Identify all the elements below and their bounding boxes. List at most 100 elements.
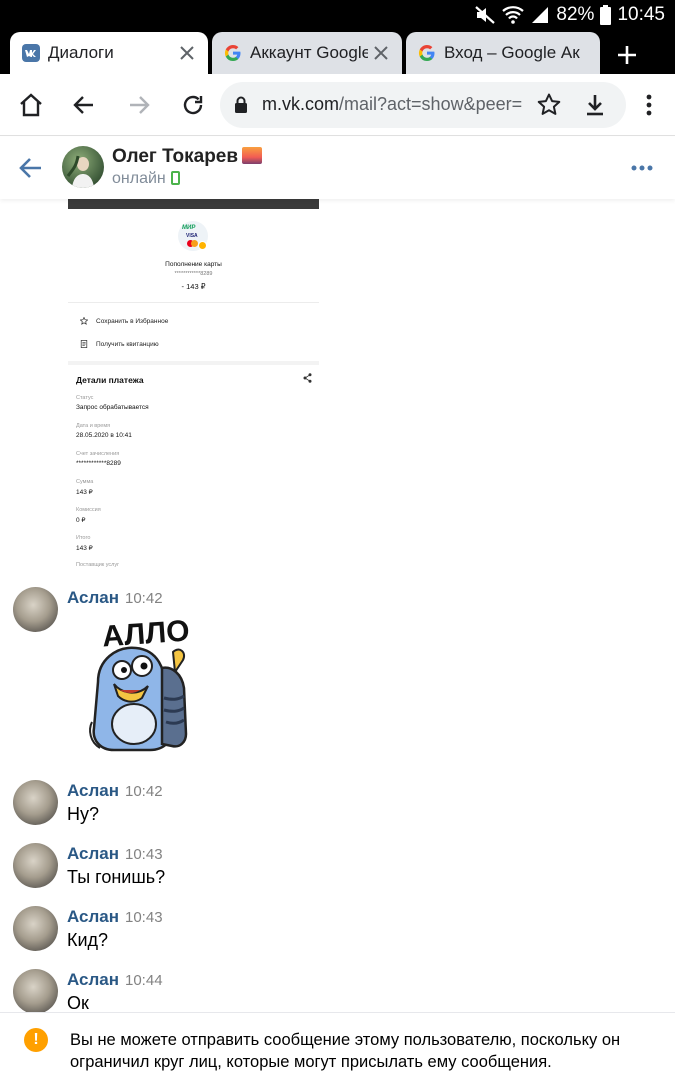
message-time: 10:43 <box>125 909 163 926</box>
avatar[interactable] <box>13 969 58 1012</box>
url-path: /mail?act=show&peer= <box>339 94 523 114</box>
peer-avatar[interactable] <box>62 146 104 188</box>
signal-icon <box>530 5 550 25</box>
save-to-favorites-row: Сохранить в Избранное <box>80 317 168 325</box>
message-item: Аслан 10:43 Кид? <box>0 906 675 966</box>
chat-more-button[interactable] <box>627 153 657 183</box>
close-tab-icon[interactable] <box>174 40 200 66</box>
payment-screenshot-attachment[interactable]: МИР VISA Пополнение карты ************82… <box>68 199 319 570</box>
message-author[interactable]: Аслан <box>67 844 119 864</box>
message-item: Аслан 10:44 Ок <box>0 969 675 1012</box>
message-author[interactable]: Аслан <box>67 970 119 990</box>
reload-icon <box>183 95 203 115</box>
chat-back-button[interactable] <box>14 151 48 185</box>
fee-label: Комиссия <box>76 507 101 513</box>
home-button[interactable] <box>12 86 50 124</box>
message-item: Аслан 10:42 Ну? <box>0 780 675 840</box>
more-horizontal-icon <box>631 165 653 171</box>
clock: 10:45 <box>617 4 665 25</box>
peer-name-text: Олег Токарев <box>112 146 239 167</box>
more-vertical-icon <box>646 94 652 116</box>
date-label: Дата и время <box>76 423 111 429</box>
download-icon[interactable] <box>582 92 608 123</box>
sum-value: 143 ₽ <box>76 489 93 496</box>
message-author[interactable]: Аслан <box>67 907 119 927</box>
battery-percent: 82% <box>556 4 595 25</box>
warning-icon: ! <box>24 1028 48 1052</box>
avatar[interactable] <box>13 843 58 888</box>
url-host: m.vk.com <box>262 94 340 114</box>
payment-details-title: Детали платежа <box>76 375 144 385</box>
browser-toolbar: m.vk.com/mail?act=show&peer= <box>0 74 675 136</box>
tab-title: Аккаунт Google <box>250 43 368 62</box>
sunset-emoji-icon <box>242 147 263 164</box>
total-label: Итого <box>76 535 91 541</box>
message-time: 10:44 <box>125 972 163 989</box>
fee-value: 0 ₽ <box>76 517 86 524</box>
arrow-left-icon <box>73 96 93 114</box>
tab-title: Диалоги <box>48 43 114 62</box>
message-text: Кид? <box>67 930 109 950</box>
message-time: 10:43 <box>125 846 163 863</box>
status-label: Статус <box>76 395 94 401</box>
tab-google-login[interactable]: Вход – Google Ак <box>406 32 600 74</box>
arrow-left-icon <box>19 158 41 178</box>
message-item: Аслан 10:43 Ты гонишь? <box>0 843 675 903</box>
screenshot-topbar <box>68 199 319 209</box>
avatar[interactable] <box>13 587 58 632</box>
google-icon <box>224 44 242 62</box>
new-tab-button[interactable] <box>610 38 644 72</box>
home-icon <box>20 93 42 117</box>
card-logo: МИР VISA <box>178 221 208 251</box>
battery-icon <box>600 5 612 25</box>
message-author[interactable]: Аслан <box>67 781 119 801</box>
share-icon <box>303 373 312 386</box>
vk-icon <box>22 44 40 62</box>
avatar[interactable] <box>13 780 58 825</box>
banner-text: Вы не можете отправить сообщение этому п… <box>70 1031 621 1071</box>
operation-title: Пополнение карты <box>165 261 222 268</box>
mir-logo: МИР <box>182 225 196 231</box>
forward-button[interactable] <box>120 86 158 124</box>
bookmark-star-icon[interactable] <box>536 92 562 123</box>
address-bar[interactable]: m.vk.com/mail?act=show&peer= <box>220 82 626 128</box>
chat-header: Олег Токарев онлайн <box>0 137 675 199</box>
reload-button[interactable] <box>174 86 212 124</box>
close-tab-icon[interactable] <box>368 40 394 66</box>
sticker-image[interactable]: АЛЛО <box>78 612 198 762</box>
pending-clock-icon <box>198 241 207 250</box>
message-text: Ты гонишь? <box>67 867 166 887</box>
sum-label: Сумма <box>76 479 94 485</box>
total-value: 143 ₽ <box>76 545 93 552</box>
operation-amount: - 143 ₽ <box>181 282 206 291</box>
receipt-icon <box>80 340 88 348</box>
status-value: Запрос обрабатывается <box>76 404 149 411</box>
peer-name[interactable]: Олег Токарев <box>112 146 263 168</box>
account-value: ************8289 <box>76 460 121 467</box>
lock-icon <box>234 96 248 119</box>
tab-strip: Диалоги Аккаунт Google Вход – Google Ак <box>0 30 675 74</box>
browser-menu-button[interactable] <box>636 86 662 124</box>
section-gap <box>68 361 319 365</box>
mute-icon <box>474 5 496 25</box>
peer-status-text: онлайн <box>112 170 166 187</box>
tab-dialogs[interactable]: Диалоги <box>10 32 208 74</box>
get-receipt-label: Получить квитанцию <box>96 340 159 348</box>
wifi-icon <box>502 5 525 25</box>
message-author[interactable]: Аслан <box>67 588 119 608</box>
message-text: Ок <box>67 993 89 1012</box>
account-label: Счет зачисления <box>76 451 120 457</box>
mastercard-orange-circle <box>191 240 198 247</box>
message-time: 10:42 <box>125 590 163 607</box>
avatar[interactable] <box>13 906 58 951</box>
date-value: 28.05.2020 в 10:41 <box>76 432 132 439</box>
tab-google-account[interactable]: Аккаунт Google <box>212 32 402 74</box>
google-icon <box>418 44 436 62</box>
visa-logo: VISA <box>186 233 198 239</box>
provider-label: Поставщик услуг <box>76 562 120 568</box>
divider <box>68 302 319 303</box>
back-button[interactable] <box>65 86 103 124</box>
arrow-right-icon <box>130 96 150 114</box>
sticker-caption: АЛЛО <box>101 614 191 653</box>
save-to-favorites-label: Сохранить в Избранное <box>96 317 169 325</box>
